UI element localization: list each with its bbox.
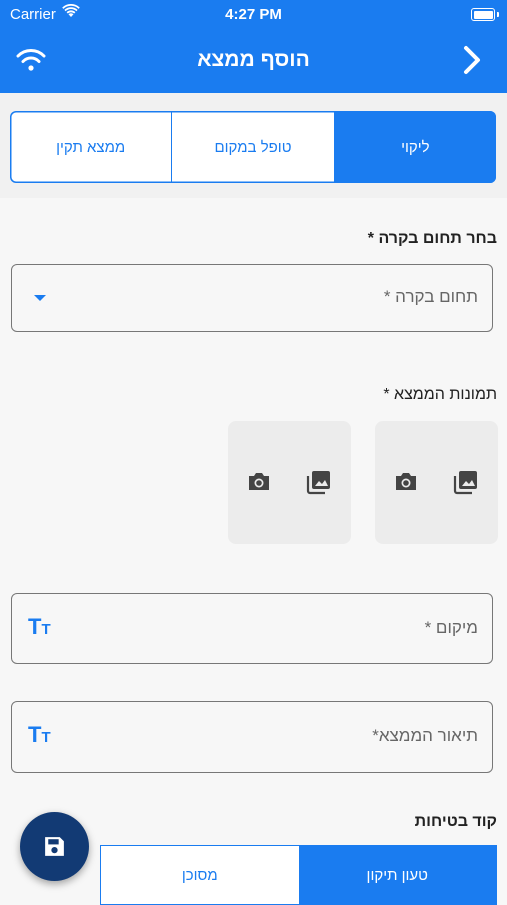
battery-icon (471, 8, 495, 21)
control-domain-placeholder: תחום בקרה * (383, 287, 478, 306)
description-input[interactable]: תיאור הממצא* TT (11, 701, 493, 773)
dropdown-caret-icon (34, 295, 46, 301)
location-placeholder: מיקום * (424, 618, 478, 637)
gallery-icon[interactable] (453, 469, 479, 495)
segment-valid-finding[interactable]: ממצא תקין (10, 111, 171, 183)
text-format-icon: TT (28, 722, 51, 747)
page-title: הוסף ממצא (197, 48, 310, 71)
safety-code-segmented: מסוכן טעון תיקון (100, 845, 497, 905)
camera-icon[interactable] (246, 469, 272, 495)
finding-type-segmented: ממצא תקין טופל במקום ליקוי (10, 111, 496, 183)
back-chevron-icon[interactable] (462, 44, 482, 76)
photo-slot (228, 421, 351, 544)
segment-needs-repair[interactable]: טעון תיקון (298, 846, 496, 904)
save-icon (45, 837, 64, 856)
photos-section-label: תמונות הממצא * (383, 386, 497, 403)
camera-icon[interactable] (393, 469, 419, 495)
status-time: 4:27 PM (225, 6, 282, 23)
save-button[interactable] (20, 812, 89, 881)
photo-slot (375, 421, 498, 544)
text-format-icon: TT (28, 614, 51, 639)
segment-handled-onsite[interactable]: טופל במקום (171, 111, 333, 183)
control-domain-dropdown[interactable]: תחום בקרה * (11, 264, 493, 332)
domain-section-label: בחר תחום בקרה * (367, 230, 497, 247)
battery-tip (497, 12, 499, 17)
gallery-icon[interactable] (306, 469, 332, 495)
description-placeholder: תיאור הממצא* (372, 726, 478, 745)
status-bar: Carrier 4:27 PM (0, 4, 507, 26)
safety-code-label: קוד בטיחות (414, 813, 497, 830)
location-input[interactable]: מיקום * TT (11, 593, 493, 664)
app-header: Carrier 4:27 PM הוסף ממצא (0, 0, 507, 93)
segment-defect[interactable]: ליקוי (333, 111, 496, 183)
segment-dangerous[interactable]: מסוכן (101, 846, 299, 904)
finding-type-panel: ממצא תקין טופל במקום ליקוי (0, 93, 507, 198)
